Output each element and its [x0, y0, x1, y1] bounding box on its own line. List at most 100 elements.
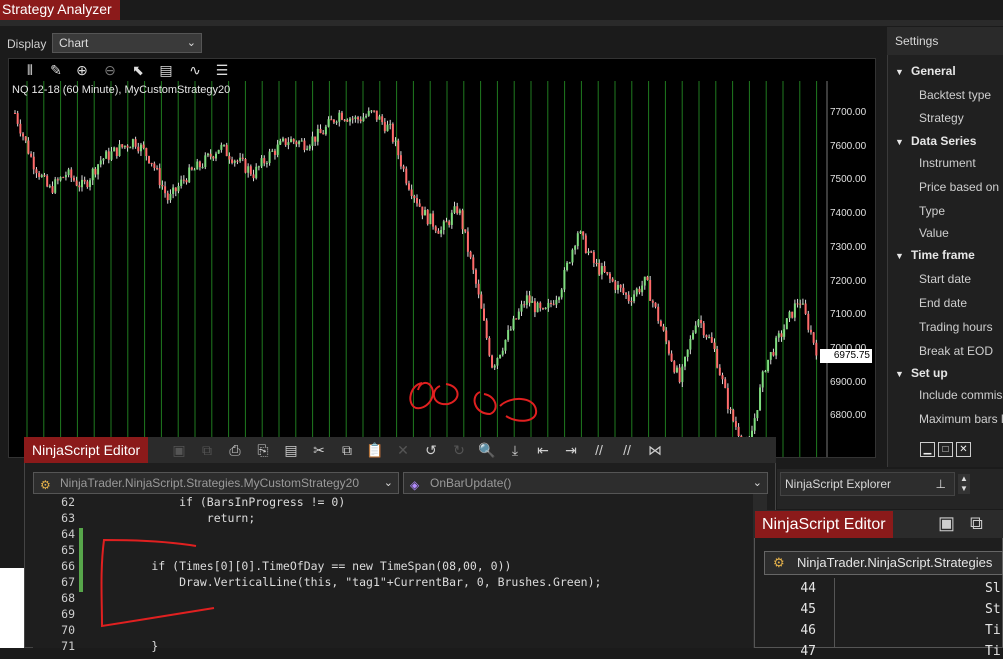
type-selector[interactable]: ⚙ NinjaTrader.NinjaScript.Strategies	[764, 551, 1003, 575]
candle-body	[493, 365, 496, 368]
setting-trading-hours[interactable]: Trading hours	[919, 320, 993, 334]
code-line[interactable]: Sl	[985, 581, 1001, 596]
setting-start-date[interactable]: Start date	[919, 272, 971, 286]
code-line[interactable]: if (BarsInProgress != 0)	[96, 495, 345, 509]
candle-body	[166, 193, 169, 201]
candle-body	[598, 262, 601, 275]
method-icon: ◈	[410, 478, 420, 492]
line-number: 45	[800, 602, 816, 617]
data-box-icon[interactable]: ▤	[158, 62, 174, 78]
candle-body	[99, 160, 102, 165]
insert-snippet-icon[interactable]: ⤓	[506, 441, 524, 459]
candle-body	[268, 151, 271, 164]
candle-body	[424, 209, 427, 216]
candle-body	[126, 145, 129, 148]
zoom-out-icon[interactable]: ⊖	[102, 62, 118, 78]
setting-break-at-eod[interactable]: Break at EOD	[919, 344, 993, 358]
candle-body	[215, 153, 217, 159]
save-all-icon[interactable]: ⧉	[970, 513, 983, 534]
code-line[interactable]: Draw.VerticalLine(this, "tag1"+CurrentBa…	[96, 575, 601, 589]
find-icon[interactable]: 🔍	[478, 441, 496, 459]
candle-body	[721, 375, 724, 380]
delete-icon[interactable]: ✕	[394, 441, 412, 459]
settings-group-general[interactable]: ▼ General	[895, 64, 956, 78]
settings-group-set-up[interactable]: ▼ Set up	[895, 366, 948, 380]
candle-body	[440, 229, 443, 234]
candle-body	[150, 162, 153, 164]
display-select[interactable]: Chart ⌄	[52, 33, 202, 53]
save-icon[interactable]: ▣	[170, 441, 188, 459]
print-preview-icon[interactable]: ⎘	[254, 441, 272, 459]
setting-maximum-bars-lookback[interactable]: Maximum bars lo	[919, 412, 1003, 426]
setting-strategy[interactable]: Strategy	[919, 111, 964, 125]
candle-body	[81, 179, 83, 188]
code-line[interactable]: return;	[96, 511, 255, 525]
line-number: 44	[800, 581, 816, 596]
properties-icon[interactable]: ▤	[282, 441, 300, 459]
setting-end-date[interactable]: End date	[919, 296, 967, 310]
code-line[interactable]: Ti	[985, 644, 1001, 659]
code-line[interactable]: Ti	[985, 623, 1001, 638]
setting-value[interactable]: Value	[919, 226, 949, 240]
candle-body	[59, 177, 62, 181]
outdent-icon[interactable]: ⇤	[534, 441, 552, 459]
code-line[interactable]: if (Times[0][0].TimeOfDay == new TimeSpa…	[96, 559, 511, 573]
candle-body	[86, 181, 89, 187]
save-all-icon[interactable]: ⧉	[198, 441, 216, 459]
candle-body	[284, 138, 287, 146]
print-icon[interactable]: ⎙	[226, 441, 244, 459]
candle-body	[180, 179, 183, 186]
minimize-button[interactable]: ▁	[920, 442, 935, 457]
indent-icon[interactable]: ⇥	[562, 441, 580, 459]
zoom-in-icon[interactable]: ⊕	[74, 62, 90, 78]
candle-body	[442, 221, 445, 230]
setting-include-commission[interactable]: Include commiss	[919, 388, 1003, 402]
candle-body	[453, 206, 456, 213]
comment-icon[interactable]: //	[590, 441, 608, 459]
indicators-icon[interactable]: ∿	[187, 62, 203, 78]
gutter-separator	[834, 578, 835, 648]
visual-studio-icon[interactable]: ⋈	[646, 441, 664, 459]
explorer-title[interactable]: NinjaScript Explorer ⊥	[780, 472, 955, 496]
settings-group-time-frame[interactable]: ▼ Time frame	[895, 248, 975, 262]
candle-body	[185, 180, 188, 183]
line-number: 46	[800, 623, 816, 638]
setting-instrument[interactable]: Instrument	[919, 156, 976, 170]
properties-icon[interactable]: ☰	[214, 62, 230, 78]
paste-icon[interactable]: 📋	[366, 441, 384, 459]
candle-body	[633, 294, 636, 302]
code-line[interactable]: St	[985, 602, 1001, 617]
explorer-scroll-buttons[interactable]: ▲ ▼	[958, 474, 970, 494]
candle-body	[785, 318, 788, 330]
undo-icon[interactable]: ↺	[422, 441, 440, 459]
maximize-button[interactable]: □	[938, 442, 953, 457]
setting-type[interactable]: Type	[919, 204, 945, 218]
redo-icon[interactable]: ↻	[450, 441, 468, 459]
pencil-icon[interactable]: ✎	[48, 62, 64, 78]
close-button[interactable]: ✕	[956, 442, 971, 457]
chart-panel[interactable]	[8, 58, 876, 458]
candle-body	[27, 140, 30, 154]
member-selector[interactable]: ◈ OnBarUpdate() ⌄	[403, 472, 768, 494]
type-selector[interactable]: ⚙ NinjaTrader.NinjaScript.Strategies.MyC…	[33, 472, 399, 494]
changed-lines-marker	[79, 528, 83, 592]
candle-body	[115, 147, 118, 156]
candle-body	[780, 333, 783, 337]
settings-group-data-series[interactable]: ▼ Data Series	[895, 134, 976, 148]
setting-price-based-on[interactable]: Price based on	[919, 180, 999, 194]
price-chart[interactable]	[9, 59, 876, 458]
pin-icon[interactable]: ⊥	[936, 473, 946, 495]
save-icon[interactable]: ▣	[938, 513, 955, 534]
uncomment-icon[interactable]: //	[618, 441, 636, 459]
candle-body	[515, 318, 518, 320]
copy-icon[interactable]: ⧉	[338, 441, 356, 459]
pointer-icon[interactable]: ⬉	[130, 62, 146, 78]
candle-body	[190, 167, 193, 170]
candle-body	[405, 168, 408, 184]
cut-icon[interactable]: ✂	[310, 441, 328, 459]
code-line[interactable]: }	[96, 639, 158, 653]
member-selector-value: OnBarUpdate()	[430, 476, 512, 490]
candle-body	[732, 409, 735, 422]
setting-backtest-type[interactable]: Backtest type	[919, 88, 991, 102]
bar-type-icon[interactable]: ⫴	[22, 62, 38, 78]
